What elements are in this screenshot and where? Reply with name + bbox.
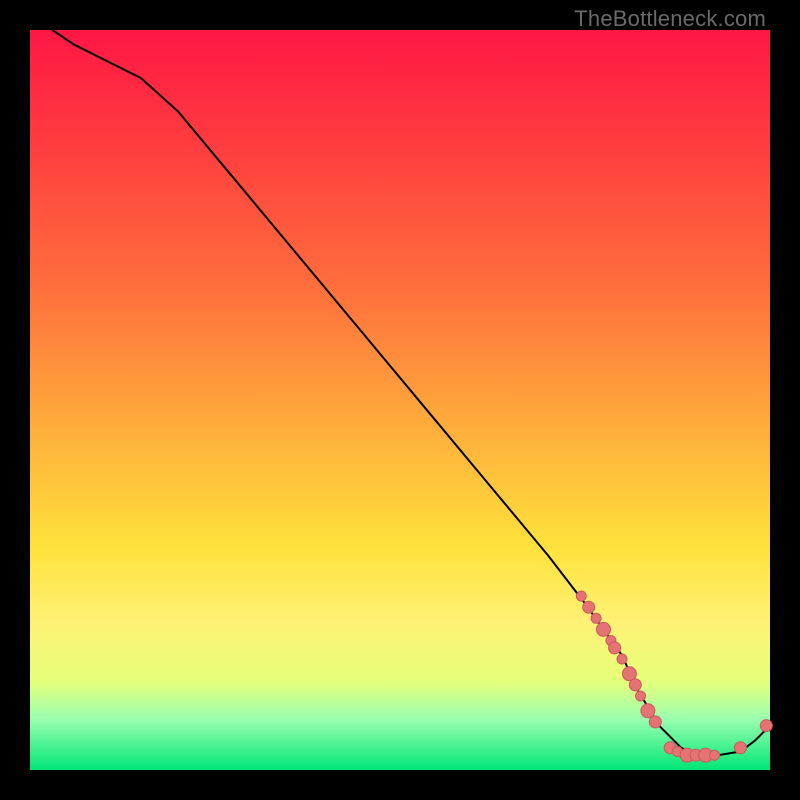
scatter-dots [576, 591, 772, 762]
data-point [576, 591, 586, 601]
data-point [760, 720, 772, 732]
chart-stage: TheBottleneck.com [0, 0, 800, 800]
data-point [583, 601, 595, 613]
data-point [591, 613, 601, 623]
watermark-text: TheBottleneck.com [574, 6, 766, 32]
data-point [609, 642, 621, 654]
data-point [709, 750, 719, 760]
data-point [641, 704, 655, 718]
data-point [635, 691, 645, 701]
data-point [617, 654, 627, 664]
plot-area [30, 30, 770, 770]
data-point [649, 716, 661, 728]
data-point [629, 679, 641, 691]
curve-line [52, 30, 770, 755]
data-point [596, 622, 610, 636]
data-point [734, 742, 746, 754]
chart-overlay [30, 30, 770, 770]
